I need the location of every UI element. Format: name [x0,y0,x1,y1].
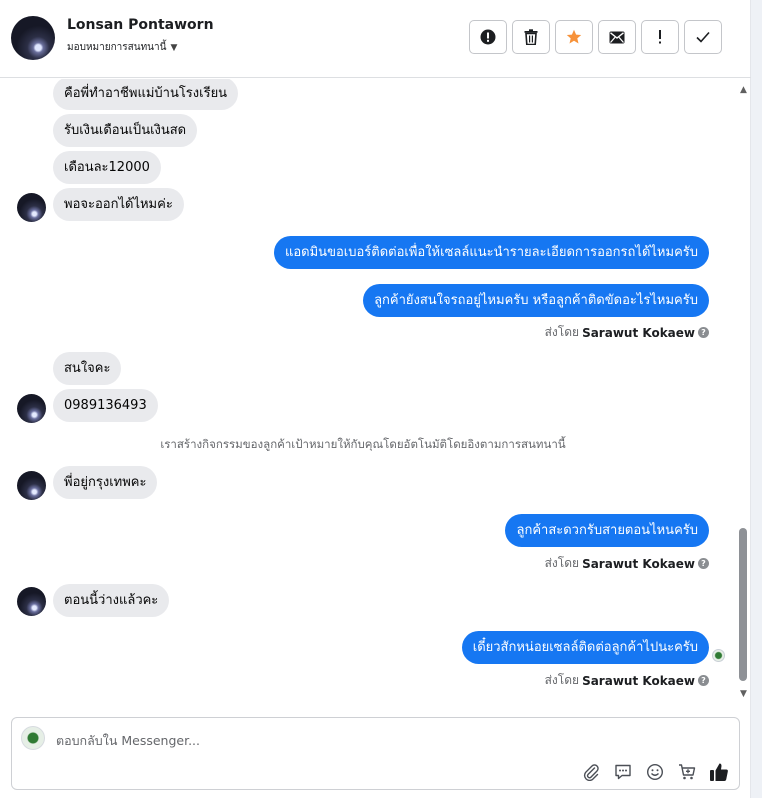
like-button[interactable] [708,761,729,782]
message-outgoing: ลูกค้าสะดวกรับสายตอนไหนครับ [505,514,709,547]
message-incoming: เดือนละ12000 [53,151,161,184]
contact-avatar-small [17,471,46,500]
conversation-actions [469,20,722,54]
sent-by-prefix: ส่งโดย [544,325,580,339]
sent-by-label: ส่งโดย Sarawut Kokaew ? [545,554,709,573]
follow-up-button[interactable] [641,20,679,54]
message-incoming: รับเงินเดือนเป็นเงินสด [53,114,198,147]
message-incoming: ตอนนี้ว่างแล้วคะ [53,584,170,617]
seen-indicator-icon [712,649,725,662]
like-icon [709,763,728,781]
composer-tools [580,761,729,782]
conversation-header: Lonsan Pontaworn มอบหมายการสนทนานี้ ▼ [0,0,751,78]
sent-by-prefix: ส่งโดย [544,673,580,687]
help-icon[interactable]: ? [698,327,709,338]
reply-input[interactable] [56,730,656,750]
sent-by-agent[interactable]: Sarawut Kokaew [582,674,695,688]
sent-by-label: ส่งโดย Sarawut Kokaew ? [545,323,709,342]
emoji-button[interactable] [644,761,665,782]
messenger-inbox-panel: Lonsan Pontaworn มอบหมายการสนทนานี้ ▼ คื… [0,0,751,798]
caret-down-icon: ▼ [170,42,178,53]
page-logo-icon [21,726,45,750]
message-outgoing: ลูกค้ายังสนใจรถอยู่ไหมครับ หรือลูกค้าติด… [363,284,709,317]
message-incoming: สนใจคะ [53,352,122,385]
shop-button[interactable] [676,761,697,782]
check-icon [696,31,710,43]
contact-avatar-small [17,193,46,222]
exclamation-icon [659,30,661,44]
scrollbar-thumb[interactable] [739,528,747,681]
scroll-down-arrow-icon[interactable]: ▼ [738,688,749,700]
scroll-up-arrow-icon[interactable]: ▲ [738,84,749,96]
attach-icon [583,763,599,781]
help-icon[interactable]: ? [698,675,709,686]
message-thread: คือพี่ทำอาชีพแม่บ้านโรงเรียน รับเงินเดือ… [0,79,751,704]
message-incoming: พอจะออกได้ไหมค่ะ [53,188,184,221]
thread-scrollbar[interactable]: ▲ ▼ [737,82,750,702]
message-outgoing: เดี๋ยวสักหน่อยเซลล์ติดต่อลูกค้าไปนะครับ [461,631,709,664]
star-button[interactable] [555,20,593,54]
contact-name[interactable]: Lonsan Pontaworn [67,17,214,33]
sent-by-agent[interactable]: Sarawut Kokaew [582,326,695,340]
alert-circle-icon [480,29,496,45]
sent-by-label: ส่งโดย Sarawut Kokaew ? [545,671,709,690]
attach-button[interactable] [580,761,601,782]
emoji-icon [646,763,663,780]
mark-done-button[interactable] [684,20,722,54]
reply-composer [11,717,740,790]
sent-by-agent[interactable]: Sarawut Kokaew [582,557,695,571]
message-incoming: พี่อยู่กรุงเทพคะ [53,466,158,499]
saved-replies-button[interactable] [612,761,633,782]
assign-conversation-dropdown[interactable]: มอบหมายการสนทนานี้ ▼ [67,40,177,55]
message-incoming: 0989136493 [53,389,158,422]
cart-icon [678,763,695,779]
contact-avatar-small [17,394,46,423]
help-icon[interactable]: ? [698,558,709,569]
contact-avatar-small [17,587,46,616]
trash-icon [524,29,538,45]
system-activity-note: เราสร้างกิจกรรมของลูกค้าเป้าหมายให้กับคุ… [160,437,566,451]
chat-bubble-icon [614,764,631,779]
star-icon [566,29,582,44]
assign-label: มอบหมายการสนทนานี้ [67,42,167,53]
message-outgoing: แอดมินขอเบอร์ติดต่อเพื่อให้เซลล์แนะนำราย… [273,236,709,269]
page-background-strip [751,0,762,798]
mark-unread-button[interactable] [598,20,636,54]
envelope-icon [609,31,625,43]
sent-by-prefix: ส่งโดย [544,556,580,570]
delete-button[interactable] [512,20,550,54]
contact-avatar[interactable] [11,16,55,60]
mark-spam-button[interactable] [469,20,507,54]
message-incoming: คือพี่ทำอาชีพแม่บ้านโรงเรียน [53,79,239,110]
